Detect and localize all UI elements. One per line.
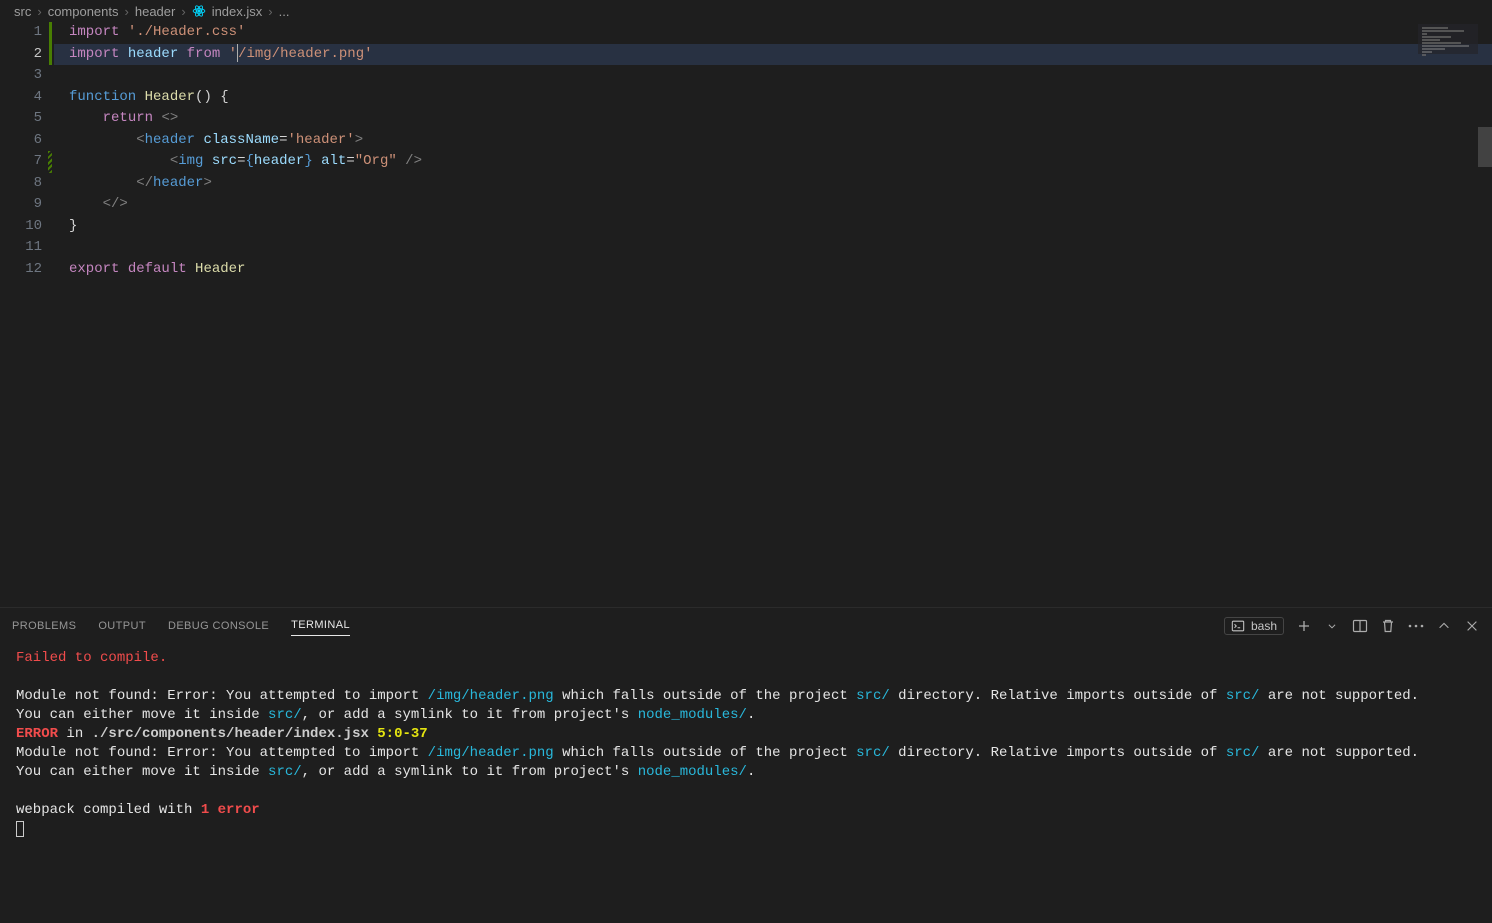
bottom-panel: PROBLEMS OUTPUT DEBUG CONSOLE TERMINAL b… bbox=[0, 607, 1492, 849]
breadcrumb-symbol[interactable]: ... bbox=[279, 4, 290, 19]
split-terminal-button[interactable] bbox=[1352, 618, 1368, 634]
tab-debug-console[interactable]: DEBUG CONSOLE bbox=[168, 616, 269, 636]
minimap[interactable] bbox=[1418, 24, 1478, 54]
line-number-gutter: 123456789101112 bbox=[0, 22, 54, 607]
tab-terminal[interactable]: TERMINAL bbox=[291, 615, 350, 636]
breadcrumb-part[interactable]: components bbox=[48, 4, 119, 19]
code-area[interactable]: import './Header.css'import header from … bbox=[54, 22, 1492, 607]
panel-tabs: PROBLEMS OUTPUT DEBUG CONSOLE TERMINAL b… bbox=[0, 608, 1492, 643]
code-line[interactable]: return <> bbox=[54, 108, 1492, 130]
chevron-right-icon: › bbox=[268, 4, 272, 19]
tab-problems[interactable]: PROBLEMS bbox=[12, 616, 76, 636]
breadcrumb-file[interactable]: index.jsx bbox=[212, 4, 263, 19]
code-line[interactable] bbox=[54, 237, 1492, 259]
code-line[interactable]: </> bbox=[54, 194, 1492, 216]
code-line[interactable]: <header className='header'> bbox=[54, 130, 1492, 152]
terminal-profile-select[interactable]: bash bbox=[1224, 617, 1284, 635]
new-terminal-button[interactable] bbox=[1296, 618, 1312, 634]
chevron-right-icon: › bbox=[181, 4, 185, 19]
code-line[interactable]: <img src={header} alt="Org" /> bbox=[54, 151, 1492, 173]
kill-terminal-button[interactable] bbox=[1380, 618, 1396, 634]
chevron-right-icon: › bbox=[125, 4, 129, 19]
breadcrumb: src › components › header › index.jsx › … bbox=[0, 0, 1492, 22]
code-line[interactable]: export default Header bbox=[54, 259, 1492, 281]
editor[interactable]: 123456789101112 import './Header.css'imp… bbox=[0, 22, 1492, 607]
editor-scrollbar[interactable] bbox=[1478, 22, 1492, 607]
code-line[interactable]: import header from '/img/header.png' bbox=[54, 44, 1492, 66]
code-line[interactable]: function Header() { bbox=[54, 87, 1492, 109]
close-panel-button[interactable] bbox=[1464, 618, 1480, 634]
terminal-output[interactable]: Failed to compile. Module not found: Err… bbox=[0, 643, 1492, 849]
more-actions-button[interactable] bbox=[1408, 618, 1424, 634]
code-line[interactable]: import './Header.css' bbox=[54, 22, 1492, 44]
terminal-profile-label: bash bbox=[1251, 619, 1277, 633]
breadcrumb-part[interactable]: src bbox=[14, 4, 31, 19]
code-line[interactable]: </header> bbox=[54, 173, 1492, 195]
scrollbar-thumb[interactable] bbox=[1478, 127, 1492, 167]
terminal-icon bbox=[1231, 619, 1245, 633]
panel-actions: bash bbox=[1224, 617, 1480, 635]
code-line[interactable] bbox=[54, 65, 1492, 87]
react-icon bbox=[192, 4, 206, 18]
maximize-panel-button[interactable] bbox=[1436, 618, 1452, 634]
chevron-right-icon: › bbox=[37, 4, 41, 19]
code-line[interactable]: } bbox=[54, 216, 1492, 238]
terminal-dropdown-button[interactable] bbox=[1324, 618, 1340, 634]
breadcrumb-part[interactable]: header bbox=[135, 4, 175, 19]
tab-output[interactable]: OUTPUT bbox=[98, 616, 146, 636]
